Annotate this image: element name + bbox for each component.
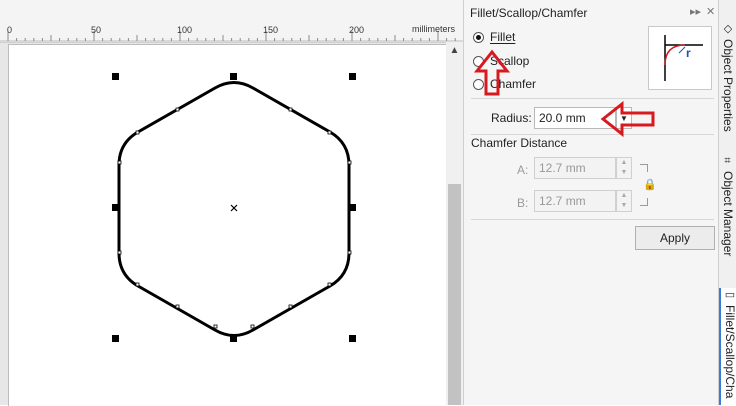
red-left-arrow-icon: [600, 101, 656, 137]
separator-3: [471, 219, 714, 220]
radio-fillet-dot[interactable]: [473, 32, 484, 43]
tab-fillet[interactable]: ▭ Fillet/Scallop/Cha: [719, 288, 736, 405]
tab-fillet-label: Fillet/Scallop/Cha: [723, 305, 736, 398]
tab-object-manager-label: Object Manager: [721, 171, 735, 256]
lock-icon[interactable]: 🔒: [643, 178, 657, 191]
chamfer-distance-heading: Chamfer Distance: [471, 136, 567, 150]
chamfer-b-input[interactable]: 12.7 mm: [534, 190, 616, 212]
docker-expand-icon[interactable]: ▸▸: [690, 5, 701, 18]
filleted-hexagon-path: [119, 83, 349, 336]
chamfer-b-value: 12.7 mm: [539, 194, 586, 208]
tab-object-manager[interactable]: ⌗ Object Manager: [719, 156, 736, 268]
tab-object-properties-label: Object Properties: [721, 39, 735, 132]
tab-object-properties[interactable]: ◇ Object Properties: [719, 22, 736, 142]
chamfer-a-spinner[interactable]: ▲▼: [616, 157, 632, 179]
object-manager-icon: ⌗: [722, 156, 734, 167]
chamfer-a-input[interactable]: 12.7 mm: [534, 157, 616, 179]
docker-close-icon[interactable]: ✕: [706, 5, 715, 18]
chamfer-a-label: A:: [517, 163, 528, 177]
docker-title: Fillet/Scallop/Chamfer: [470, 6, 587, 20]
radius-label: Radius:: [491, 111, 532, 125]
scroll-thumb[interactable]: [448, 184, 461, 405]
object-properties-icon: ◇: [722, 22, 735, 35]
fillet-preview: r: [648, 26, 712, 90]
chamfer-b-label: B:: [517, 196, 528, 210]
vertical-scrollbar[interactable]: ▲: [446, 42, 463, 405]
red-up-arrow-icon: [474, 49, 510, 97]
apply-button-label: Apply: [660, 231, 690, 245]
link-bracket-top: [640, 164, 648, 172]
chamfer-b-spinner[interactable]: ▲▼: [616, 190, 632, 212]
radio-fillet-label: Fillet: [490, 30, 515, 44]
apply-button[interactable]: Apply: [635, 226, 715, 250]
chamfer-a-value: 12.7 mm: [539, 161, 586, 175]
drawing-canvas-area: 0 50 100 150 200 millimeters: [0, 0, 463, 405]
radio-fillet[interactable]: Fillet: [473, 30, 515, 44]
selected-hexagon-object[interactable]: [0, 0, 463, 405]
separator-2: [471, 134, 714, 135]
scroll-up-icon[interactable]: ▲: [446, 42, 463, 58]
fillet-icon: ▭: [724, 288, 736, 301]
docker-tab-strip: ◇ Object Properties ⌗ Object Manager ▭ F…: [718, 0, 736, 405]
center-mark: [231, 205, 237, 211]
separator-1: [471, 98, 714, 99]
preview-r-glyph: r: [686, 46, 691, 60]
link-bracket-bottom: [640, 198, 648, 206]
fillet-preview-icon: r: [649, 27, 711, 89]
radius-value: 20.0 mm: [539, 111, 586, 125]
